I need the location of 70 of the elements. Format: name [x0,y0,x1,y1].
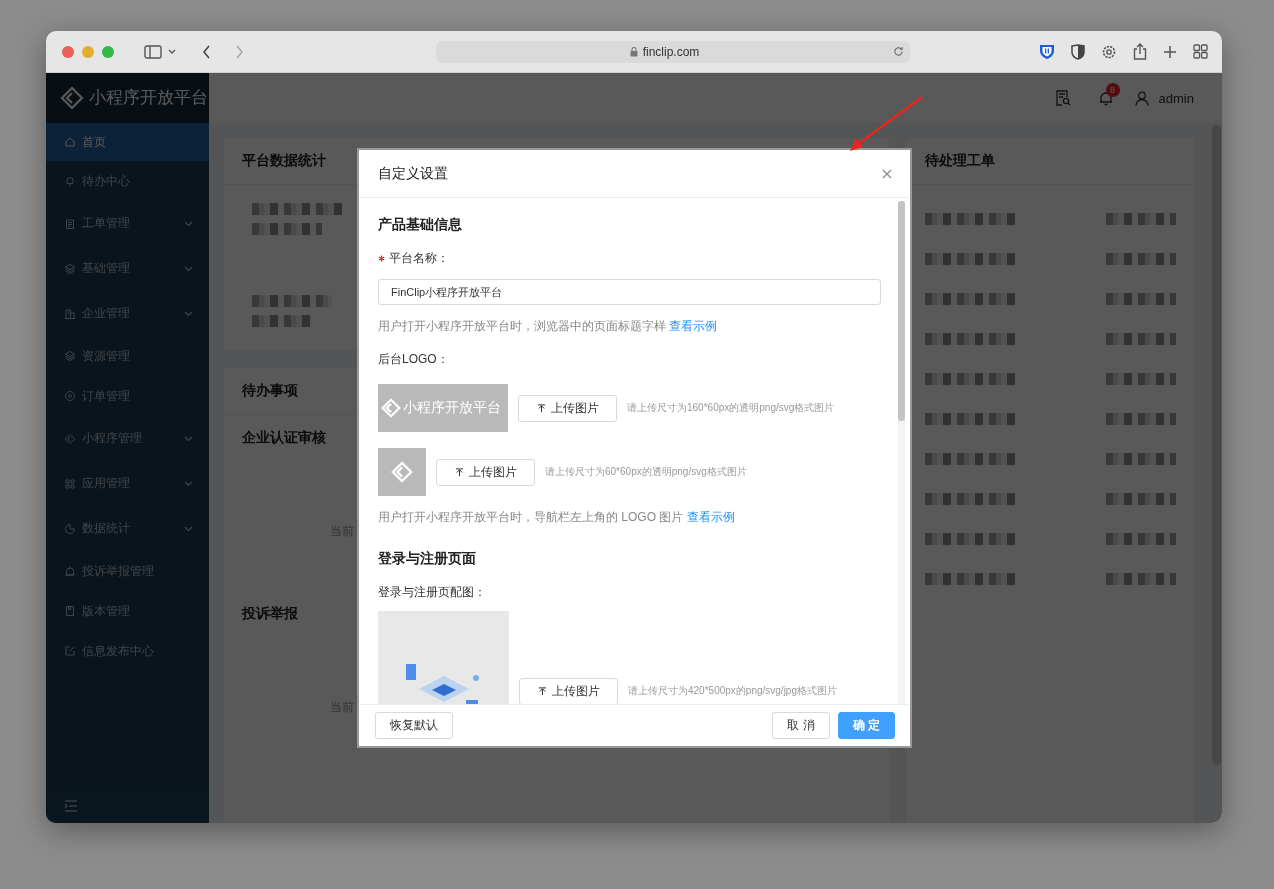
example-link[interactable]: 查看示例 [669,319,718,333]
sidebar-item[interactable]: 首页 [46,123,209,161]
upload-button[interactable]: 上传图片 [519,677,618,704]
diamond-logo-icon [60,86,84,110]
diamond-icon [64,432,76,445]
new-tab-icon[interactable] [1163,44,1177,59]
target-icon [64,390,76,402]
chevron-down-icon[interactable] [168,48,176,55]
layers-icon [64,350,76,362]
confirm-button[interactable]: 确 定 [837,712,895,739]
hint-text: 请上传尺寸为60*60px的透明png/svg格式图片 [545,465,747,479]
example-link[interactable]: 查看示例 [686,510,735,524]
section-title: 投诉举报 [242,605,299,623]
close-window-icon[interactable] [62,45,74,58]
tab-overview-icon[interactable] [1193,44,1208,59]
dialog-title: 自定义设置 [378,164,448,183]
reset-button[interactable]: 恢复默认 [375,712,453,739]
close-icon[interactable] [882,168,892,179]
share-icon[interactable] [1133,43,1147,60]
upload-button[interactable]: 上传图片 [518,394,617,422]
back-icon[interactable] [202,44,211,59]
logo-preview-text: 小程序开放平台 [403,399,501,417]
grid-icon [64,477,76,490]
lock-icon [629,46,638,57]
upload-icon [537,686,547,696]
upload-button[interactable]: 上传图片 [436,458,535,486]
maximize-window-icon[interactable] [102,45,114,58]
hint-text: 用户打开小程序开放平台时，浏览器中的页面标题字样 查看示例 [378,318,719,335]
bell-icon [64,175,76,187]
notification-count: 8 [1105,82,1120,97]
hint-text: 用户打开小程序开放平台时，导航栏左上角的 LOGO 图片 查看示例 [378,509,736,526]
hint-text: 请上传尺寸为160*60px的透明png/svg格式图片 [627,401,835,415]
scrollbar[interactable] [1212,125,1221,765]
card-title: 待处理工单 [925,152,996,170]
diamond-logo-icon [381,398,401,418]
card-title: 平台数据统计 [242,152,326,170]
section-title: 企业认证审核 [242,429,327,447]
pie-chart-icon [64,522,76,535]
upload-icon [454,467,464,477]
book-icon [64,605,76,617]
section-title: 登录与注册页面 [378,550,477,568]
building-icon [64,307,76,320]
field-label: 平台名称： [389,250,449,267]
url-text: finclip.com [642,44,700,59]
document-search-icon[interactable] [1054,90,1071,106]
layers-icon [64,262,76,275]
user-name[interactable]: admin [1158,90,1194,106]
clipboard-icon [64,217,76,230]
diamond-logo-icon [391,461,413,483]
edit-icon [64,645,76,657]
hint-text: 请上传尺寸为420*500px的png/svg/jpg格式图片 [628,684,837,698]
reload-icon[interactable] [893,46,904,57]
settings-icon[interactable] [1101,43,1117,60]
scrollbar[interactable] [898,201,905,704]
field-label: 登录与注册页配图： [378,584,487,601]
field-label: 后台LOGO： [378,351,450,368]
home-icon [64,136,76,148]
platform-name-input[interactable]: FinClip小程序开放平台 [378,279,881,305]
cancel-button[interactable]: 取 消 [772,712,830,739]
forward-icon[interactable] [235,44,244,59]
section-title: 产品基础信息 [378,216,463,234]
sidebar-toggle-icon[interactable] [144,44,162,59]
alarm-icon [64,565,76,577]
upload-icon [536,403,546,413]
user-icon[interactable] [1134,90,1149,106]
card-title: 待办事项 [242,382,298,400]
app-logo-text: 小程序开放平台 [89,87,208,108]
address-bar[interactable]: finclip.com [436,40,910,63]
half-shield-icon[interactable] [1071,43,1085,60]
shield-icon[interactable] [1039,43,1055,60]
